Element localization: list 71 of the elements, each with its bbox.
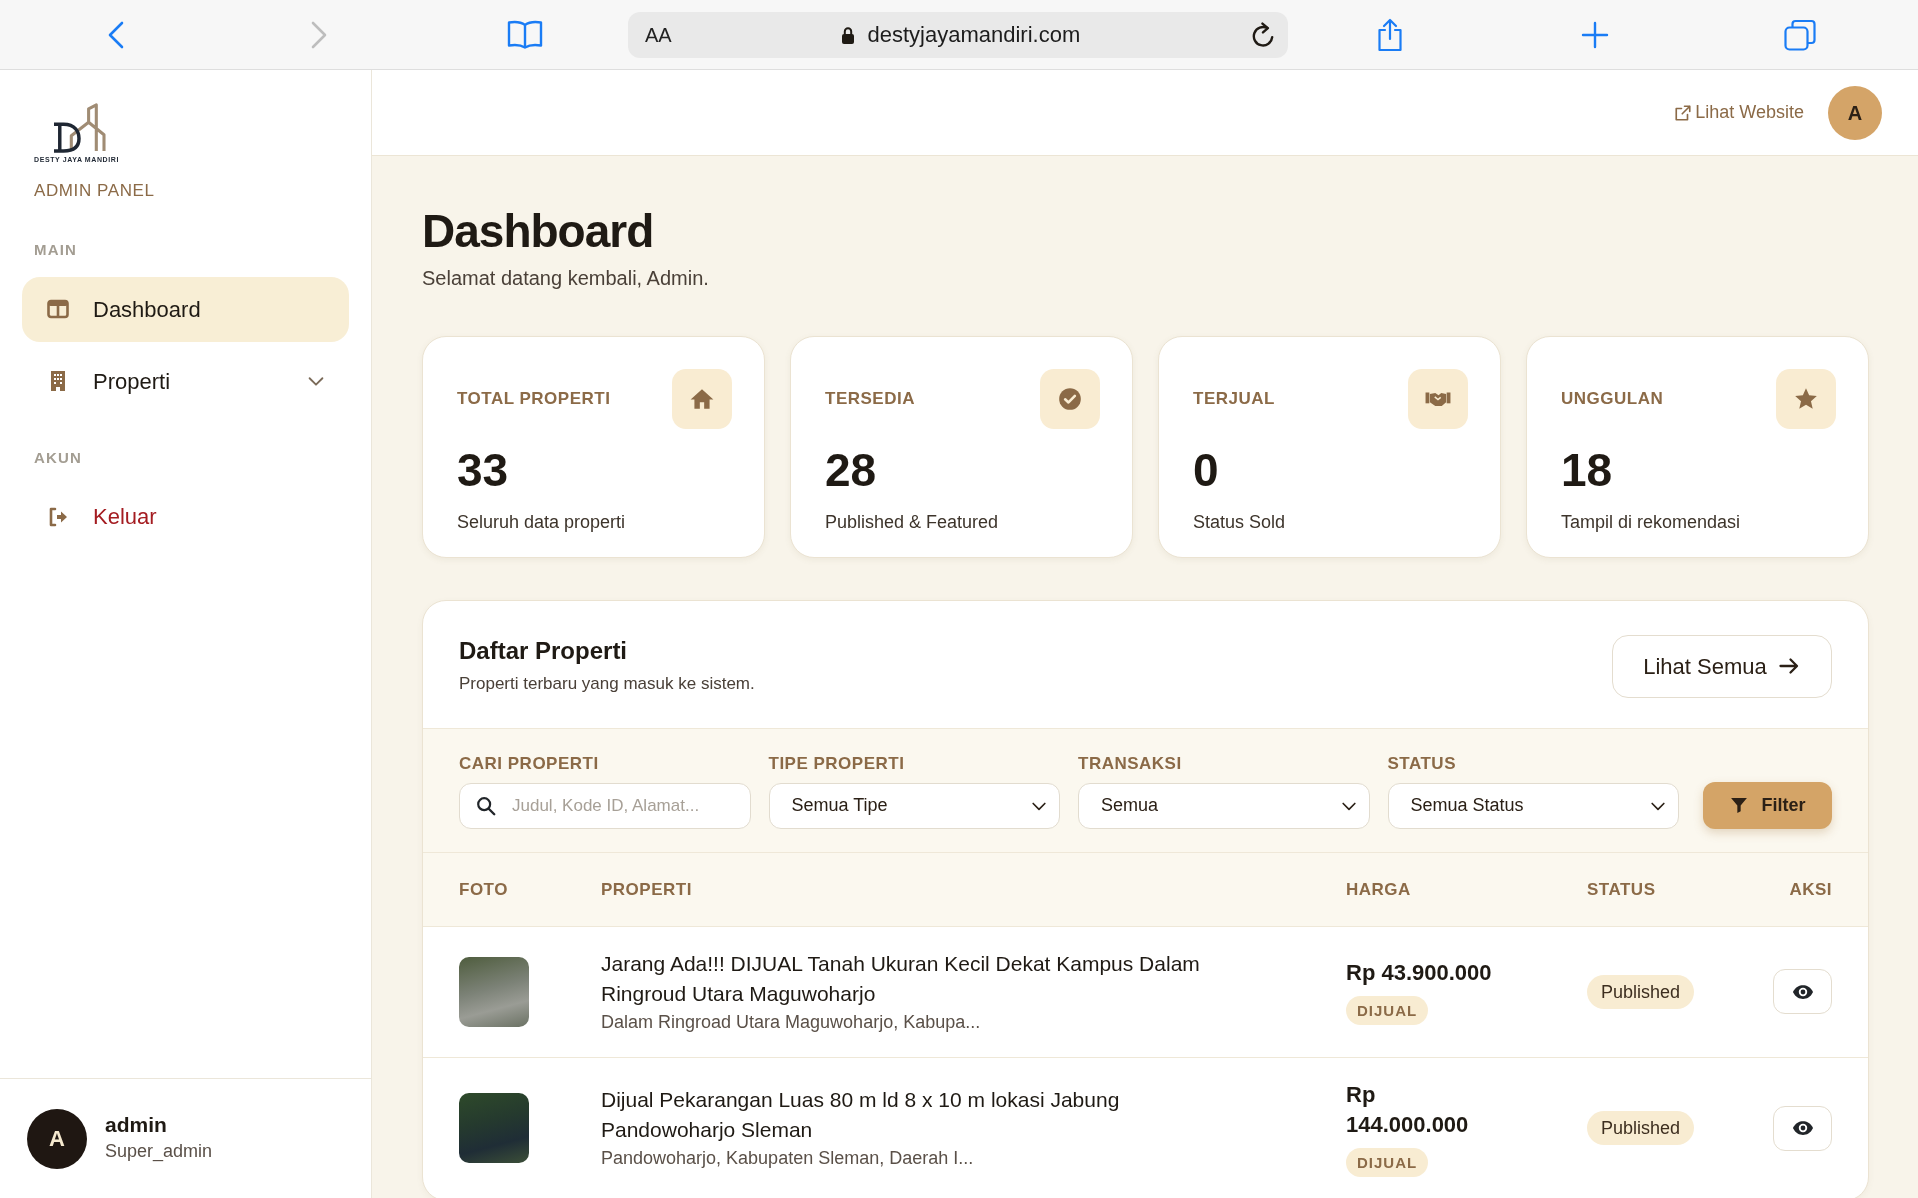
stat-value: 0 bbox=[1193, 445, 1219, 496]
stat-caption: Seluruh data properti bbox=[457, 510, 626, 534]
column-header: HARGA bbox=[1346, 878, 1411, 901]
page-title: Dashboard bbox=[422, 204, 654, 259]
user-avatar: A bbox=[27, 1108, 87, 1169]
price-text: Rp 144.000.000 bbox=[1346, 1080, 1470, 1139]
website-link[interactable]: Lihat Website bbox=[1674, 99, 1804, 126]
search-field[interactable]: Judul, Kode ID, Alamat... bbox=[459, 782, 751, 829]
select-field[interactable]: Semua Tipe bbox=[768, 782, 1060, 829]
select-field[interactable]: Semua Status bbox=[1387, 782, 1679, 829]
home-icon bbox=[672, 369, 732, 430]
chevron-left-icon[interactable] bbox=[108, 20, 124, 49]
sidebar-item[interactable]: Dashboard bbox=[22, 276, 349, 342]
stat-value: 28 bbox=[825, 445, 877, 496]
panel-title: ADMIN PANEL bbox=[34, 179, 155, 202]
filter-label: TIPE PROPERTI bbox=[768, 752, 905, 775]
share-icon[interactable] bbox=[1377, 17, 1403, 52]
external-link-icon bbox=[1674, 103, 1693, 122]
stat-caption: Status Sold bbox=[1193, 510, 1286, 534]
tabs-icon[interactable] bbox=[1784, 18, 1816, 51]
stat-label: TERSEDIA bbox=[825, 388, 915, 411]
photo-placeholder bbox=[459, 1093, 529, 1164]
filter-label: TRANSAKSI bbox=[1078, 752, 1182, 775]
url-text: destyjayamandiri.com bbox=[867, 21, 1081, 49]
handshake-icon bbox=[1408, 369, 1468, 430]
card-subtitle: Properti terbaru yang masuk ke sistem. bbox=[459, 673, 755, 696]
sidebar-item[interactable]: Keluar bbox=[22, 484, 349, 549]
section-heading: AKUN bbox=[34, 447, 83, 468]
view-all-button[interactable]: Lihat Semua bbox=[1612, 634, 1832, 698]
photo-placeholder bbox=[459, 956, 529, 1027]
reload-icon[interactable] bbox=[1250, 21, 1276, 48]
view-button[interactable] bbox=[1773, 969, 1832, 1015]
stat-label: TOTAL PROPERTI bbox=[457, 388, 611, 411]
stat-label: TERJUAL bbox=[1193, 388, 1275, 411]
column-header: PROPERTI bbox=[601, 878, 692, 901]
select-field[interactable]: Semua bbox=[1078, 782, 1370, 829]
filter-label: STATUS bbox=[1387, 752, 1456, 775]
property-title[interactable]: Dijual Pekarangan Luas 80 m ld 8 x 10 m lokasi Jabung Pandowoharjo Sleman bbox=[601, 1085, 1251, 1146]
section-heading: MAIN bbox=[34, 240, 78, 260]
column-header: AKSI bbox=[1789, 878, 1832, 901]
filter-button[interactable]: Filter bbox=[1703, 781, 1832, 829]
price-text: Rp 43.900.000 bbox=[1346, 959, 1492, 988]
panel-icon bbox=[46, 297, 70, 321]
lock-icon bbox=[841, 25, 856, 44]
user-role: Super_admin bbox=[105, 1140, 213, 1164]
transaction-badge: DIJUAL bbox=[1346, 1147, 1429, 1177]
stat-value: 18 bbox=[1561, 445, 1613, 496]
view-button[interactable] bbox=[1773, 1105, 1832, 1151]
status-badge: Published bbox=[1587, 1111, 1695, 1146]
search-icon bbox=[475, 794, 497, 817]
book-icon[interactable] bbox=[507, 19, 543, 50]
status-badge: Published bbox=[1587, 974, 1695, 1009]
stat-caption: Tampil di rekomendasi bbox=[1561, 510, 1741, 534]
column-header: FOTO bbox=[459, 878, 508, 901]
stat-value: 33 bbox=[457, 445, 509, 496]
transaction-badge: DIJUAL bbox=[1346, 996, 1429, 1026]
address-bar[interactable]: AA destyjayamandiri.com bbox=[628, 11, 1288, 58]
sidebar-item[interactable]: Properti bbox=[22, 348, 349, 414]
stat-label: UNGGULAN bbox=[1561, 388, 1664, 411]
plus-icon[interactable] bbox=[1581, 20, 1609, 49]
filter-label: CARI PROPERTI bbox=[459, 752, 599, 775]
page-subtitle: Selamat datang kembali, Admin. bbox=[422, 266, 709, 292]
card-title: Daftar Properti bbox=[459, 636, 628, 667]
user-name: admin bbox=[105, 1111, 167, 1138]
user-avatar[interactable]: A bbox=[1828, 85, 1882, 140]
column-header: STATUS bbox=[1587, 878, 1656, 901]
stat-caption: Published & Featured bbox=[825, 510, 999, 534]
text-size-button[interactable]: AA bbox=[645, 19, 672, 50]
property-address: Dalam Ringroad Utara Maguwoharjo, Kabupa... bbox=[601, 1010, 981, 1034]
property-title[interactable]: Jarang Ada!!! DIJUAL Tanah Ukuran Kecil Dekat Kampus Dalam Ringroud Utara Maguwoharjo bbox=[601, 948, 1251, 1009]
property-address: Pandowoharjo, Kabupaten Sleman, Daerah I... bbox=[601, 1147, 974, 1171]
